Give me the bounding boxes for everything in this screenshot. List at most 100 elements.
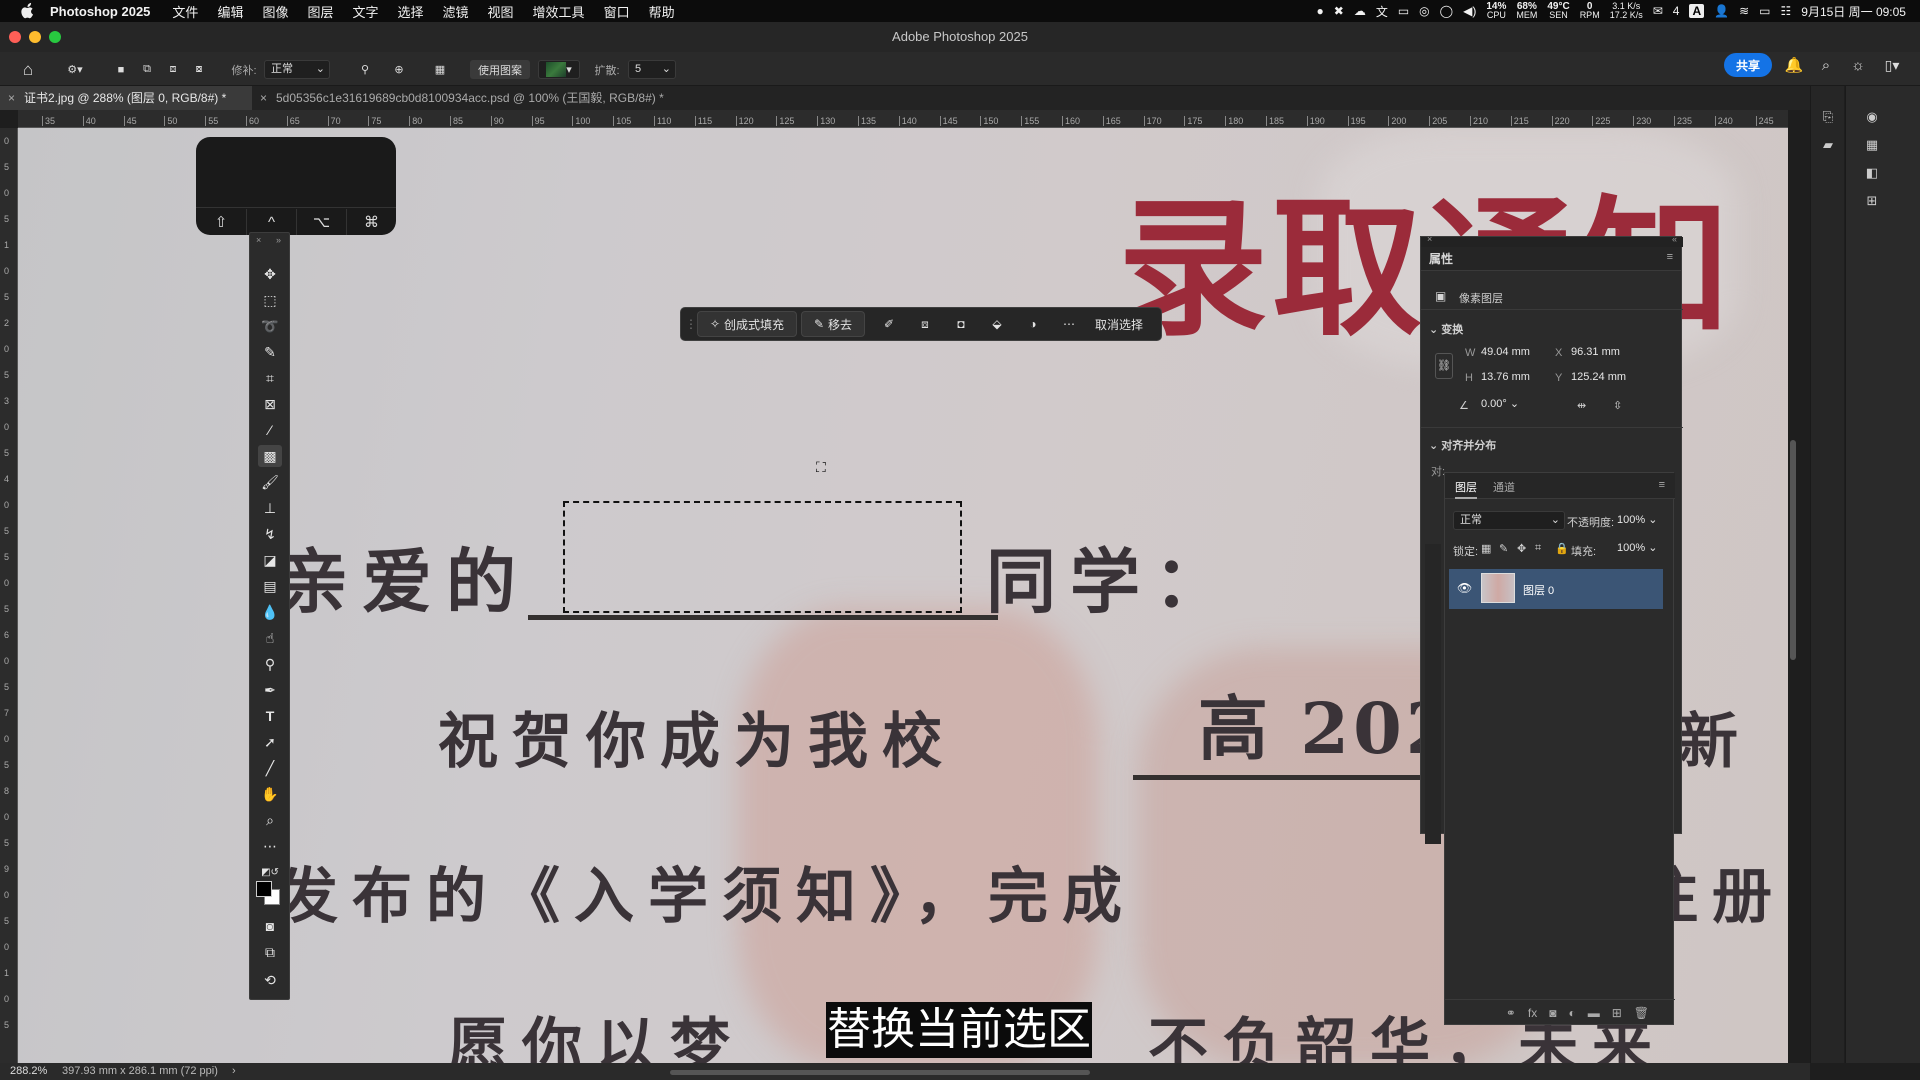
horizontal-ruler[interactable]: 35 40 45 50 55 60 65 70 75 80 85 90 95 100 105 110 115 12… (18, 110, 1788, 128)
y-field[interactable]: 125.24 mm (1567, 368, 1631, 386)
discover-icon[interactable]: ☼ (1848, 52, 1868, 78)
intersect-selection-icon[interactable]: ⧇ (190, 60, 208, 79)
zoom-level[interactable]: 288.2% (10, 1063, 47, 1080)
control-center-icon[interactable]: ☷ (1781, 4, 1792, 18)
option-key[interactable]: ⌥ (296, 209, 346, 235)
command-key[interactable]: ⌘ (346, 209, 396, 235)
x-field[interactable]: 96.31 mm (1567, 343, 1631, 361)
clock[interactable]: 9月15日 周一 09:05 (1801, 3, 1906, 20)
quick-select-tool-icon[interactable]: ✎ (258, 341, 282, 363)
panel-menu-icon[interactable]: ≡ (1659, 479, 1665, 491)
tool-preset-picker[interactable]: ⚙▾ (60, 60, 90, 79)
gradient-tool-icon[interactable]: ▤ (258, 575, 282, 597)
input-method[interactable]: A (1689, 4, 1705, 18)
drag-handle-icon[interactable]: ⋮ (685, 317, 697, 331)
add-mask-icon[interactable]: ◙ (1549, 1006, 1556, 1020)
expand-icon[interactable]: » (276, 235, 281, 245)
generative-fill-button[interactable]: ✧ 创成式填充 (697, 311, 797, 337)
zoom-window-button[interactable] (49, 31, 61, 43)
menu-layer[interactable]: 图层 (307, 2, 333, 21)
flip-horizontal-icon[interactable]: ⇹ (1577, 399, 1586, 412)
volume-icon[interactable]: ◀) (1463, 4, 1476, 18)
path-select-tool-icon[interactable]: ➚ (258, 731, 282, 753)
globe-icon[interactable]: ◎ (1419, 4, 1429, 18)
menu-file[interactable]: 文件 (172, 2, 198, 21)
share-button[interactable]: 共享 (1724, 53, 1772, 77)
close-panel-icon[interactable]: × (1427, 234, 1432, 244)
lock-artboard-icon[interactable]: ⌗ (1535, 542, 1541, 555)
menu-window[interactable]: 窗口 (604, 2, 630, 21)
workspace-icon[interactable]: ▯▾ (1878, 52, 1906, 78)
adjustment-layer-icon[interactable]: ◐ (1568, 1006, 1575, 1020)
color-wheel-icon[interactable]: ◉ (1862, 108, 1882, 126)
battery-icon[interactable]: ▭ (1759, 4, 1770, 18)
wechat-icon[interactable]: ✉ (1653, 4, 1663, 18)
smudge-tool-icon[interactable]: ☝ (258, 627, 282, 649)
clone-stamp-tool-icon[interactable]: ⊥ (258, 497, 282, 519)
height-field[interactable]: 13.76 mm (1477, 368, 1541, 386)
eyedropper-tool-icon[interactable]: ⁄ (258, 419, 282, 441)
eraser-tool-icon[interactable]: ◪ (258, 549, 282, 571)
apple-icon[interactable] (18, 2, 36, 20)
display-icon[interactable]: ▭ (1398, 4, 1409, 18)
lock-all-icon[interactable]: 🔒 (1555, 542, 1569, 555)
record-icon[interactable]: ● (1317, 4, 1324, 18)
status-expand-icon[interactable]: › (232, 1063, 236, 1080)
tab-channels[interactable]: 通道 (1493, 479, 1515, 495)
close-tab-icon[interactable]: × (8, 86, 15, 110)
tab-psd[interactable]: × 5d05356c1e31619689cb0d8100934acc.psd @ … (252, 86, 712, 110)
collapse-panel-icon[interactable]: « (1672, 234, 1677, 244)
network-stat[interactable]: 3.1 K/s 17.2 K/s (1610, 2, 1643, 20)
search-icon[interactable]: ⌕ (1816, 52, 1836, 78)
diffusion-dropdown[interactable]: 5 ⌄ (628, 60, 676, 79)
home-icon[interactable]: ⌂ (18, 60, 38, 79)
dodge-tool-icon[interactable]: ⚲ (258, 653, 282, 675)
menu-image[interactable]: 图像 (262, 2, 288, 21)
pin-icon[interactable]: ⚲ (355, 60, 375, 79)
lasso-tool-icon[interactable]: ➰ (258, 315, 282, 337)
line-tool-icon[interactable]: ╱ (258, 757, 282, 779)
pattern-picker[interactable]: ▾ (538, 60, 580, 79)
transform-section[interactable]: ⌄ 变换 (1429, 321, 1463, 337)
new-group-icon[interactable]: ▬ (1588, 1006, 1600, 1020)
type-tool-icon[interactable]: T (258, 705, 282, 727)
translate-icon[interactable]: 文 (1376, 3, 1388, 20)
layer-style-icon[interactable]: fx (1528, 1006, 1537, 1020)
cpu-stat[interactable]: 14% CPU (1486, 2, 1506, 20)
subtract-selection-icon[interactable]: ⧈ (164, 60, 182, 79)
angle-field[interactable]: 0.00° ⌄ (1477, 395, 1541, 413)
document-size[interactable]: 397.93 mm x 286.1 mm (72 ppi) (62, 1063, 218, 1080)
tab-layers[interactable]: 图层 (1455, 479, 1477, 499)
align-section[interactable]: ⌄ 对齐并分布 (1429, 437, 1496, 453)
panel-menu-icon[interactable]: ≡ (1667, 251, 1673, 263)
shift-key[interactable]: ⇧ (196, 209, 246, 235)
flip-vertical-icon[interactable]: ⇳ (1613, 399, 1622, 412)
more-tools-icon[interactable]: ⋯ (258, 835, 282, 857)
tab-certificate[interactable]: × 证书2.jpg @ 288% (图层 0, RGB/8#) * (0, 86, 252, 110)
blur-tool-icon[interactable]: 💧 (258, 601, 282, 623)
sen-stat[interactable]: 49°C SEN (1547, 2, 1569, 20)
menu-filter[interactable]: 滤镜 (443, 2, 469, 21)
quick-mask-icon[interactable]: ◙ (258, 915, 282, 937)
layer-row[interactable]: 👁 图层 0 (1449, 569, 1663, 609)
generative-icon[interactable]: ⟲ (258, 969, 282, 991)
close-window-button[interactable] (9, 31, 21, 43)
delete-layer-icon[interactable]: 🗑 (1634, 1006, 1649, 1020)
hand-tool-icon[interactable]: ✋ (258, 783, 282, 805)
vertical-ruler[interactable]: 05051052053054055056057058059050105 (0, 128, 18, 1063)
patch-mode-dropdown[interactable]: 正常 ⌄ (264, 60, 330, 79)
wifi-icon[interactable]: ≋ (1739, 4, 1749, 18)
add-selection-icon[interactable]: ⧉ (138, 60, 156, 79)
mask-icon[interactable]: ◘ (945, 311, 977, 337)
menu-edit[interactable]: 编辑 (217, 2, 243, 21)
default-colors-icon[interactable]: ◩↺ (258, 861, 282, 883)
move-tool-icon[interactable]: ✥ (258, 263, 282, 285)
fill-field[interactable]: 100% ⌄ (1613, 539, 1667, 557)
link-proportions-icon[interactable]: ⛓ (1435, 353, 1453, 379)
brush-tool-icon[interactable]: 🖌 (258, 471, 282, 493)
new-layer-icon[interactable]: ⊞ (1612, 1006, 1622, 1020)
menu-plugins[interactable]: 增效工具 (533, 2, 585, 21)
notification-bell-icon[interactable]: 🔔 (1784, 52, 1804, 78)
mem-stat[interactable]: 68% MEM (1516, 2, 1537, 20)
user-icon[interactable]: 👤 (1714, 4, 1729, 18)
